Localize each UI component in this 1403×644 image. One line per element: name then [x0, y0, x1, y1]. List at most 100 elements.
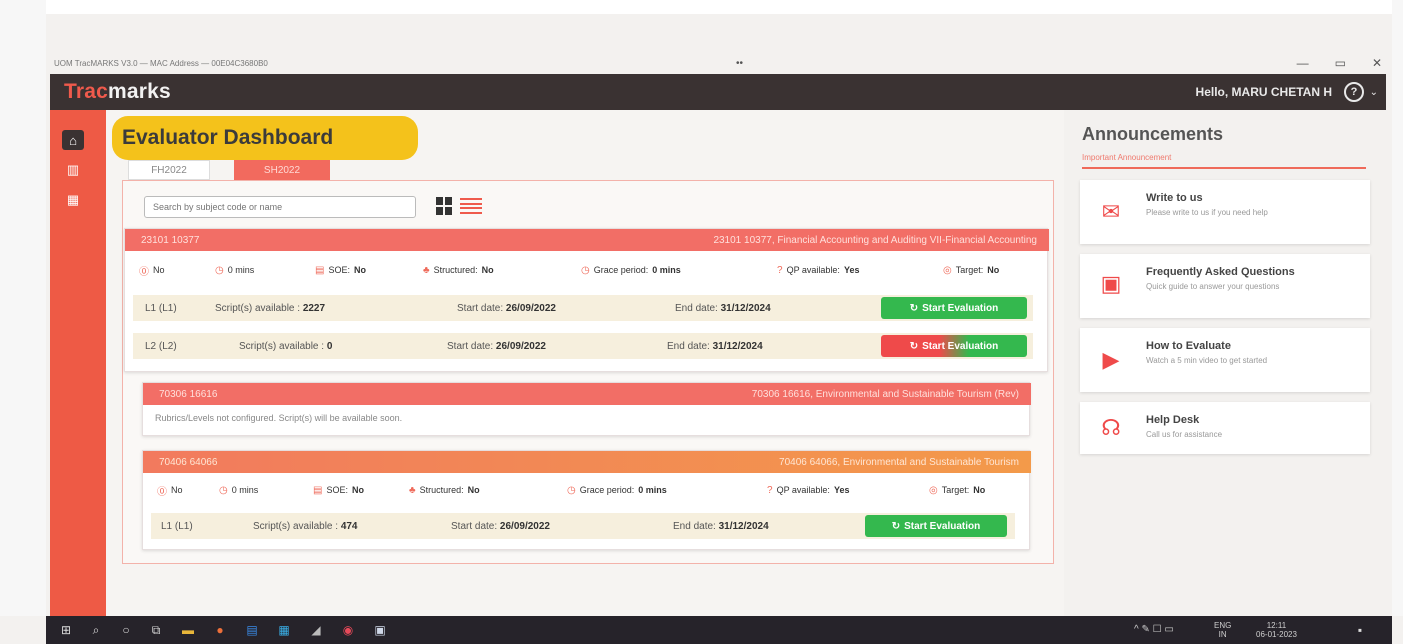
start-evaluation-button[interactable]: ↻ Start Evaluation	[881, 335, 1027, 357]
envelope-icon: ✉	[1101, 199, 1121, 224]
announcement-write-to-us[interactable]: ✉ Write to us Please write to us if you …	[1080, 180, 1370, 244]
refresh-icon: ↻	[891, 520, 901, 532]
announcements-subtitle[interactable]: Important Announcement	[1082, 153, 1171, 162]
paper-edge	[0, 0, 1403, 14]
grid-view-icon[interactable]	[436, 197, 454, 215]
ol-icon: ⓪	[139, 266, 149, 278]
announcement-desc: Call us for assistance	[1146, 430, 1223, 439]
meta-time: ◷ 0 mins	[215, 264, 255, 276]
meta-soe: ▤ SOE: No	[315, 264, 366, 276]
meta-grace: ◷ Grace period: 0 mins	[567, 484, 667, 496]
windows-start-icon[interactable]: ⊞	[58, 622, 74, 638]
minimize-button[interactable]: —	[1297, 56, 1309, 70]
announcement-title: Help Desk	[1146, 414, 1200, 426]
user-circle-icon[interactable]: ?	[1344, 82, 1364, 102]
window-controls: — ▭ ✕	[1297, 56, 1382, 70]
store-icon[interactable]: ▤	[244, 622, 260, 638]
structure-icon: ♣	[409, 484, 416, 496]
notification-icon[interactable]: ▪	[1352, 622, 1368, 638]
close-button[interactable]: ✕	[1372, 56, 1382, 70]
sidebar: ⌂ ▥ ▦	[50, 110, 106, 616]
tab-sh2022[interactable]: SH2022	[234, 160, 330, 180]
list-view-icon[interactable]	[460, 196, 482, 216]
search-input[interactable]	[144, 196, 416, 218]
meta-soe: ▤ SOE: No	[313, 484, 364, 496]
announcement-help-desk[interactable]: ☊ Help Desk Call us for assistance	[1080, 402, 1370, 454]
task-view-icon[interactable]: ⧉	[148, 622, 164, 638]
level-label: L1 (L1)	[145, 302, 177, 314]
tray-icons[interactable]: ^ ✎ ☐ ▭	[1134, 624, 1174, 635]
cortana-icon[interactable]: ○	[118, 622, 134, 638]
course-name: 70306 16616, Environmental and Sustainab…	[751, 388, 1019, 400]
start-date: Start date: 26/09/2022	[457, 302, 556, 314]
maximize-button[interactable]: ▭	[1335, 56, 1346, 70]
end-date: End date: 31/12/2024	[675, 302, 771, 314]
meta-time: ◷ 0 mins	[219, 484, 259, 496]
course-card: 70306 16616 70306 16616, Environmental a…	[142, 382, 1031, 436]
meta-target: ◎ Target: No	[943, 264, 1000, 276]
announcement-how-to-evaluate[interactable]: ▶ How to Evaluate Watch a 5 min video to…	[1080, 328, 1370, 392]
announcement-faq[interactable]: ▣ Frequently Asked Questions Quick guide…	[1080, 254, 1370, 318]
clock-icon: ◷	[581, 264, 590, 276]
level-label: L2 (L2)	[145, 340, 177, 352]
right-margin	[1392, 0, 1403, 616]
structure-icon: ♣	[423, 264, 430, 276]
course-header[interactable]: 23101 10377 23101 10377, Financial Accou…	[125, 229, 1049, 251]
start-date: Start date: 26/09/2022	[447, 340, 546, 352]
announcement-desc: Quick guide to answer your questions	[1146, 282, 1280, 291]
window-title: UOM TracMARKS V3.0 — MAC Address — 00E04…	[54, 58, 268, 68]
app-icon[interactable]: ◢	[308, 622, 324, 638]
announcement-desc: Watch a 5 min video to get started	[1146, 356, 1268, 365]
chevron-down-icon[interactable]: ⌄	[1370, 87, 1378, 98]
screenshot: UOM TracMARKS V3.0 — MAC Address — 00E04…	[0, 0, 1403, 644]
end-date: End date: 31/12/2024	[667, 340, 763, 352]
chart-icon[interactable]: ▥	[62, 160, 84, 180]
video-icon: ▶	[1102, 347, 1120, 372]
mail-icon[interactable]: ▦	[276, 622, 292, 638]
scripts-available: Script(s) available : 474	[253, 520, 358, 532]
course-code: 70406 64066	[159, 456, 218, 468]
search-icon[interactable]: ⌕	[88, 622, 104, 638]
announcement-title: Frequently Asked Questions	[1146, 266, 1295, 278]
faq-icon: ▣	[1100, 271, 1122, 296]
start-evaluation-button[interactable]: ↻ Start Evaluation	[881, 297, 1027, 319]
level-row: L1 (L1) Script(s) available : 2227 Start…	[133, 295, 1033, 321]
browser-icon[interactable]: ●	[212, 622, 228, 638]
start-evaluation-button[interactable]: ↻ Start Evaluation	[865, 515, 1007, 537]
refresh-icon: ↻	[909, 340, 919, 352]
app-header: Tracmarks Hello, MARU CHETAN H ? ⌄	[50, 74, 1386, 110]
course-meta: ⓪ No ◷ 0 mins ▤ SOE: No ♣ Structured: No ◷ Grac…	[125, 257, 1049, 283]
scripts-available: Script(s) available : 0	[239, 340, 333, 352]
scripts-available: Script(s) available : 2227	[215, 302, 326, 314]
level-label: L1 (L1)	[161, 520, 193, 532]
question-icon: ?	[777, 264, 783, 276]
windows-taskbar: ⊞ ⌕ ○ ⧉ ▬ ● ▤ ▦ ◢ ◉ ▣ ^ ✎ ☐ ▭ ENG IN 12:1…	[46, 616, 1392, 644]
refresh-icon: ↻	[909, 302, 919, 314]
end-date: End date: 31/12/2024	[673, 520, 769, 532]
page-title: Evaluator Dashboard	[112, 116, 418, 160]
ol-icon: ⓪	[157, 486, 167, 498]
logo-part1: Trac	[64, 80, 108, 103]
home-icon[interactable]: ⌂	[62, 130, 84, 150]
meta-structured: ♣ Structured: No	[423, 264, 494, 276]
meta-structured: ♣ Structured: No	[409, 484, 480, 496]
meta-optional: ⓪ No	[139, 263, 165, 278]
grid-icon[interactable]: ▦	[62, 190, 84, 210]
window-dots: ••	[736, 57, 744, 69]
chrome-icon[interactable]: ◉	[340, 622, 356, 638]
headset-icon: ☊	[1101, 415, 1121, 440]
level-row: L2 (L2) Script(s) available : 0 Start da…	[133, 333, 1033, 359]
tab-fh2022[interactable]: FH2022	[128, 160, 210, 180]
language-indicator[interactable]: ENG IN	[1214, 621, 1231, 639]
file-explorer-icon[interactable]: ▬	[180, 622, 196, 638]
soe-icon: ▤	[315, 264, 325, 276]
course-header[interactable]: 70306 16616 70306 16616, Environmental a…	[143, 383, 1031, 405]
clock[interactable]: 12:11 06-01-2023	[1256, 621, 1297, 639]
announcement-desc: Please write to us if you need help	[1146, 208, 1268, 217]
course-header[interactable]: 70406 64066 70406 64066, Environmental a…	[143, 451, 1031, 473]
tracmarks-app-icon[interactable]: ▣	[372, 622, 388, 638]
left-margin	[0, 0, 46, 616]
announcement-title: Write to us	[1146, 192, 1203, 204]
tracmarks-logo[interactable]: Tracmarks	[64, 80, 171, 104]
level-row: L1 (L1) Script(s) available : 474 Start …	[151, 513, 1015, 539]
